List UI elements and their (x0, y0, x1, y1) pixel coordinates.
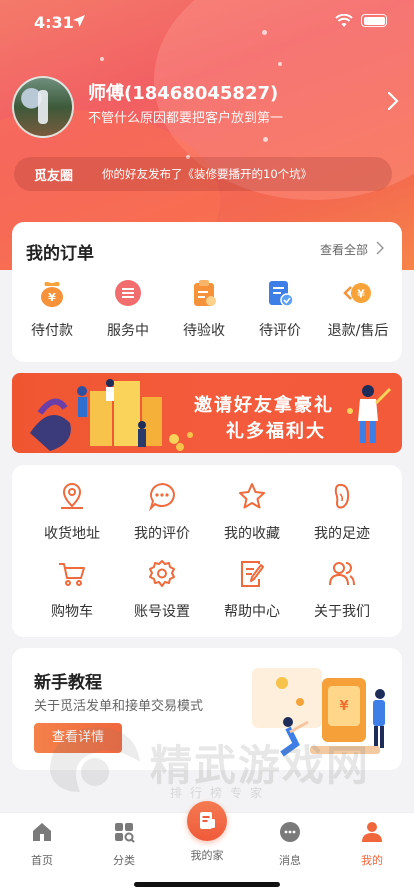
svg-text:¥: ¥ (357, 288, 365, 301)
friend-feed-tag: 觅友圈 (34, 169, 74, 184)
order-label: 待付款 (31, 323, 73, 339)
order-refund[interactable]: ¥ 退款/售后 (320, 278, 396, 339)
view-all-orders-link[interactable]: 查看全部 (320, 241, 368, 258)
service-label: 账号设置 (134, 604, 190, 620)
avatar[interactable] (12, 76, 74, 138)
home-indicator (134, 882, 280, 887)
bottom-tab-bar: 首页 分类 我的家 消息 我的 (0, 801, 414, 896)
order-label: 退款/售后 (327, 323, 389, 339)
service-label: 我的评价 (134, 526, 190, 542)
banner-figure (347, 385, 392, 443)
friend-feed-text: 你的好友发布了《装修要播开的10个坑》 (102, 167, 313, 181)
chevron-right-icon[interactable] (376, 241, 384, 255)
order-label: 待验收 (183, 323, 225, 339)
cart-icon (59, 563, 85, 586)
service-my-reviews[interactable]: 我的评价 (117, 481, 207, 542)
wifi-icon (335, 14, 353, 27)
tab-label: 消息 (279, 854, 301, 867)
chevron-right-icon[interactable] (386, 90, 400, 112)
svg-text:¥: ¥ (339, 699, 348, 714)
banner-subline: 礼多福利大 (226, 421, 326, 442)
service-about-us[interactable]: 关于我们 (297, 559, 387, 620)
tutorial-card: 新手教程 关于觅活发单和接单交易模式 查看详情 ¥ (12, 648, 402, 770)
grid-icon (115, 823, 135, 843)
tab-category[interactable]: 分类 (94, 821, 154, 869)
tab-label: 我的 (361, 854, 383, 867)
service-cart[interactable]: 购物车 (27, 559, 117, 620)
profile-summary[interactable]: 师傅(18468045827) 不管什么原因都要把客户放到第一 (12, 76, 402, 138)
tutorial-subtitle: 关于觅活发单和接单交易模式 (34, 699, 204, 714)
order-pending-review[interactable]: 待评价 (242, 278, 318, 339)
orders-title: 我的订单 (26, 244, 94, 264)
home-icon (33, 823, 51, 841)
services-card: 收货地址 我的评价 我的收藏 我的足迹 购物车 账号设置 帮助中心 关于我们 (12, 465, 402, 637)
tab-label: 首页 (31, 854, 53, 867)
tab-messages[interactable]: 消息 (260, 821, 320, 869)
order-pending-acceptance[interactable]: 待验收 (166, 278, 242, 339)
profile-icon (362, 822, 382, 842)
battery-icon (361, 14, 387, 27)
star-icon (239, 483, 265, 509)
service-label: 我的足迹 (314, 526, 370, 542)
status-time: 4:31 (34, 13, 74, 32)
order-label: 待评价 (259, 323, 301, 339)
watermark-subtitle: 排行榜专家 (170, 786, 271, 800)
message-icon (280, 822, 300, 842)
orders-card: 我的订单 查看全部 ¥ 待付款 服务中 待验收 待评价 ¥ 退款/售后 (12, 222, 402, 362)
house-doc-icon (200, 812, 215, 829)
review-icon (269, 281, 294, 307)
order-pending-payment[interactable]: ¥ 待付款 (14, 278, 90, 339)
svg-text:¥: ¥ (48, 291, 56, 304)
service-footprints[interactable]: 我的足迹 (297, 481, 387, 542)
profile-name: 师傅(18468045827) (88, 83, 279, 104)
service-icon (115, 280, 141, 306)
tab-label: 分类 (113, 854, 135, 867)
footprint-icon (334, 483, 350, 509)
invite-banner[interactable]: 邀请好友拿豪礼 礼多福利大 (12, 373, 402, 453)
clipboard-icon (194, 280, 216, 306)
tutorial-illustration: ¥ (252, 668, 385, 757)
profile-motto: 不管什么原因都要把客户放到第一 (88, 111, 284, 126)
service-label: 我的收藏 (224, 526, 280, 542)
location-arrow-icon (73, 15, 85, 27)
refund-icon: ¥ (343, 283, 371, 303)
help-doc-icon (241, 561, 264, 587)
users-icon (329, 562, 355, 586)
chat-icon (148, 482, 175, 512)
friend-feed-bar[interactable]: 觅友圈 你的好友发布了《装修要播开的10个坑》 (14, 157, 392, 191)
decor-dot (100, 57, 104, 61)
tab-home[interactable]: 首页 (12, 821, 72, 869)
service-favorites[interactable]: 我的收藏 (207, 481, 297, 542)
tab-label: 我的家 (190, 849, 224, 862)
view-details-button[interactable]: 查看详情 (34, 723, 122, 753)
service-account-settings[interactable]: 账号设置 (117, 559, 207, 620)
wallet-icon: ¥ (41, 281, 63, 307)
banner-illustration (30, 379, 193, 451)
service-label: 收货地址 (44, 526, 100, 542)
tutorial-title: 新手教程 (34, 673, 102, 693)
service-label: 帮助中心 (224, 604, 280, 620)
service-label: 关于我们 (314, 604, 370, 620)
status-bar: 4:31 (0, 0, 414, 44)
service-label: 购物车 (51, 604, 93, 620)
tab-my-home[interactable] (187, 801, 227, 841)
decor-dot (278, 62, 282, 66)
order-label: 服务中 (107, 323, 149, 339)
order-in-service[interactable]: 服务中 (90, 278, 166, 339)
service-address[interactable]: 收货地址 (27, 481, 117, 542)
gear-icon (149, 560, 175, 587)
location-icon (61, 482, 83, 509)
banner-headline: 邀请好友拿豪礼 (194, 395, 334, 416)
service-help-center[interactable]: 帮助中心 (207, 559, 297, 620)
tab-profile[interactable]: 我的 (342, 821, 402, 869)
